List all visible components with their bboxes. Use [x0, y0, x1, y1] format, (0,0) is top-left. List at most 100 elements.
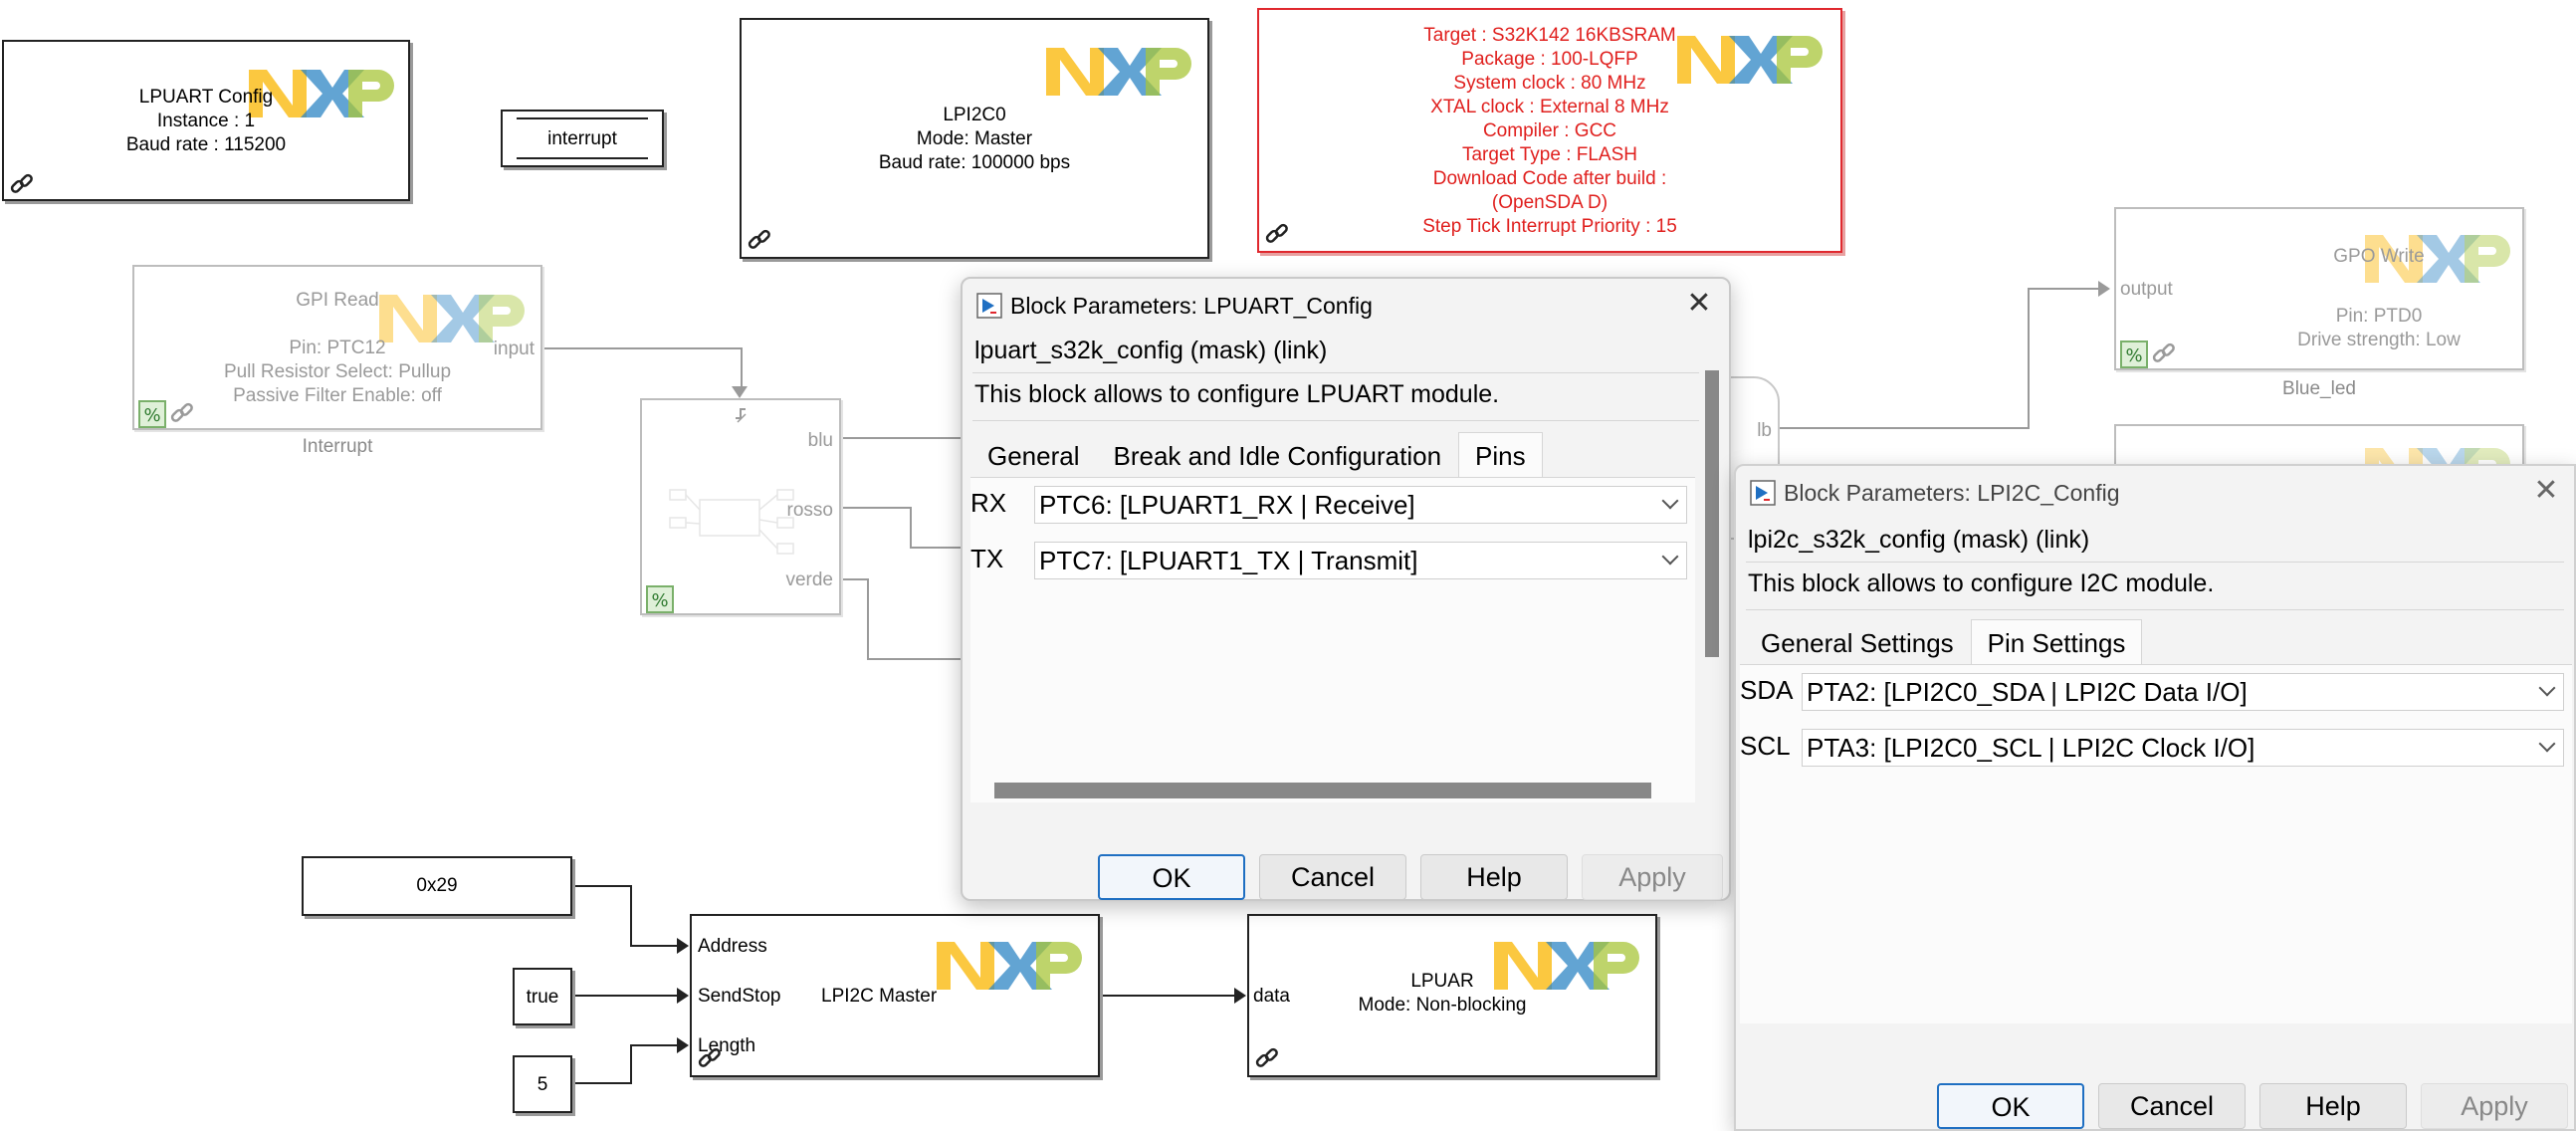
rx-pin-select[interactable]: PTC6: [LPUART1_RX | Receive]: [1034, 486, 1687, 524]
close-icon[interactable]: ✕: [2530, 476, 2562, 508]
block-title: GPO Write: [2333, 246, 2425, 267]
constant-value: 0x29: [416, 875, 458, 896]
lpuart-config-block[interactable]: LPUART Config Instance : 1 Baud rate : 1…: [2, 40, 410, 201]
block-line: Baud rate : 115200: [125, 134, 287, 155]
tab-break-idle[interactable]: Break and Idle Configuration: [1097, 432, 1459, 481]
output-port-label: rosso: [786, 500, 833, 521]
nxp-logo: [937, 942, 1082, 990]
constant-sendstop-block[interactable]: true: [513, 968, 572, 1025]
target-line: Target : S32K142 16KBSRAM: [1423, 25, 1676, 46]
gpo-write-block[interactable]: GPO Write output Pin: PTD0 Drive strengt…: [2114, 207, 2524, 370]
target-config-block[interactable]: Target : S32K142 16KBSRAM Package : 100-…: [1257, 8, 1842, 253]
block-line: Pin: PTC12: [289, 338, 386, 358]
lpi2c-config-dialog[interactable]: Block Parameters: LPI2C_Config ✕ lpi2c_s…: [1734, 464, 2576, 1131]
target-line: System clock : 80 MHz: [1453, 73, 1646, 94]
pins-panel: RX PTC6: [LPUART1_RX | Receive] TX PTC7:…: [970, 477, 1695, 802]
close-icon[interactable]: ✕: [1683, 289, 1715, 321]
select-value: PTA3: [LPI2C0_SCL | LPI2C Clock I/O]: [1807, 733, 2255, 763]
target-line: Package : 100-LQFP: [1461, 49, 1638, 70]
target-line: (OpenSDA D): [1491, 192, 1609, 213]
block-line: Pin: PTD0: [2335, 306, 2423, 327]
ok-button[interactable]: OK: [1098, 854, 1245, 900]
help-button[interactable]: Help: [1420, 854, 1568, 900]
param-label: SCL: [1740, 731, 1791, 761]
chevron-down-icon: [2538, 735, 2556, 753]
percent-icon: %: [646, 585, 674, 613]
link-icon[interactable]: [746, 227, 773, 255]
lpi2c-master-block[interactable]: Address SendStop Length LPI2C Master: [690, 914, 1100, 1077]
constant-value: 5: [537, 1074, 548, 1095]
interrupt-block[interactable]: interrupt: [501, 110, 664, 167]
subsystem-block[interactable]: blu rosso verde %: [640, 398, 841, 615]
chevron-down-icon: [2538, 679, 2556, 697]
chevron-down-icon: [1661, 492, 1679, 510]
apply-button[interactable]: Apply: [1582, 854, 1723, 900]
tab-general-settings[interactable]: General Settings: [1744, 619, 1971, 668]
link-icon[interactable]: [8, 171, 36, 199]
block-line: LPUART Config: [138, 87, 274, 108]
output-port-label: lb: [1757, 420, 1772, 441]
dialog-description: This block allows to configure LPUART mo…: [974, 380, 1500, 408]
arrow-head: [677, 938, 689, 954]
horizontal-scrollbar[interactable]: [994, 783, 1651, 798]
app-icon: [1750, 480, 1776, 506]
lpuart-config-dialog[interactable]: Block Parameters: LPUART_Config ✕ lpuart…: [961, 277, 1731, 901]
vertical-scrollbar[interactable]: [1705, 370, 1719, 657]
link-icon[interactable]: [696, 1045, 724, 1073]
tab-general[interactable]: General: [970, 432, 1097, 481]
chevron-down-icon: [1661, 548, 1679, 566]
block-line: Instance : 1: [156, 111, 256, 131]
block-line: Mode: Non-blocking: [1358, 995, 1527, 1016]
tab-pin-settings[interactable]: Pin Settings: [1970, 619, 2143, 668]
tx-pin-select[interactable]: PTC7: [LPUART1_TX | Transmit]: [1034, 542, 1687, 579]
param-label: SDA: [1740, 675, 1794, 705]
block-line: Pull Resistor Select: Pullup: [223, 361, 452, 382]
target-line: Compiler : GCC: [1482, 120, 1617, 141]
trigger-icon: [736, 408, 747, 423]
block-title: GPI Read: [296, 290, 379, 311]
arrow-head: [677, 1037, 689, 1053]
sda-pin-select[interactable]: PTA2: [LPI2C0_SDA | LPI2C Data I/O]: [1802, 673, 2564, 711]
arrow-head: [677, 988, 689, 1004]
arrow-head: [2098, 281, 2110, 297]
output-port-label: input: [493, 339, 535, 359]
constant-address-block[interactable]: 0x29: [302, 856, 572, 916]
dialog-titlebar[interactable]: Block Parameters: LPI2C_Config ✕: [1736, 466, 2574, 518]
link-icon[interactable]: [1263, 221, 1291, 249]
param-label: TX: [970, 544, 1004, 573]
link-icon[interactable]: [2150, 340, 2178, 368]
block-title: LPI2C Master: [821, 986, 938, 1007]
select-value: PTC6: [LPUART1_RX | Receive]: [1039, 490, 1415, 520]
constant-length-block[interactable]: 5: [513, 1055, 572, 1113]
select-value: PTC7: [LPUART1_TX | Transmit]: [1039, 546, 1418, 575]
help-button[interactable]: Help: [2259, 1083, 2407, 1129]
apply-button[interactable]: Apply: [2421, 1083, 2568, 1129]
arrow-head: [1234, 988, 1246, 1004]
pin-settings-panel: SDA PTA2: [LPI2C0_SDA | LPI2C Data I/O] …: [1740, 664, 2572, 1023]
scl-pin-select[interactable]: PTA3: [LPI2C0_SCL | LPI2C Clock I/O]: [1802, 729, 2564, 767]
dialog-titlebar[interactable]: Block Parameters: LPUART_Config ✕: [963, 279, 1729, 331]
app-icon: [976, 293, 1002, 319]
select-value: PTA2: [LPI2C0_SDA | LPI2C Data I/O]: [1807, 677, 2248, 707]
cancel-button[interactable]: Cancel: [1259, 854, 1406, 900]
cancel-button[interactable]: Cancel: [2098, 1083, 2246, 1129]
svg-text:%: %: [2125, 345, 2142, 366]
link-icon[interactable]: [168, 400, 196, 428]
target-line: Step Tick Interrupt Priority : 15: [1422, 216, 1677, 237]
nxp-logo: [1046, 48, 1191, 96]
param-label: RX: [970, 488, 1007, 518]
lpuart-transmit-block[interactable]: data LPUAR Mode: Non-blocking: [1247, 914, 1657, 1077]
tab-pins[interactable]: Pins: [1458, 432, 1543, 481]
target-line: Target Type : FLASH: [1461, 144, 1637, 165]
mask-type: lpuart_s32k_config (mask) (link): [974, 337, 1328, 364]
input-port-label: output: [2120, 279, 2173, 300]
arrow-head: [732, 386, 748, 398]
block-line: Mode: Master: [916, 128, 1033, 149]
gpi-read-block[interactable]: GPI Read Pin: PTC12 Pull Resistor Select…: [132, 265, 542, 430]
block-caption: Blue_led: [2282, 378, 2356, 399]
link-icon[interactable]: [1253, 1045, 1281, 1073]
input-port-label: SendStop: [698, 986, 781, 1007]
ok-button[interactable]: OK: [1937, 1083, 2084, 1129]
lpi2c0-block[interactable]: LPI2C0 Mode: Master Baud rate: 100000 bp…: [740, 18, 1209, 259]
block-label: interrupt: [547, 128, 617, 149]
